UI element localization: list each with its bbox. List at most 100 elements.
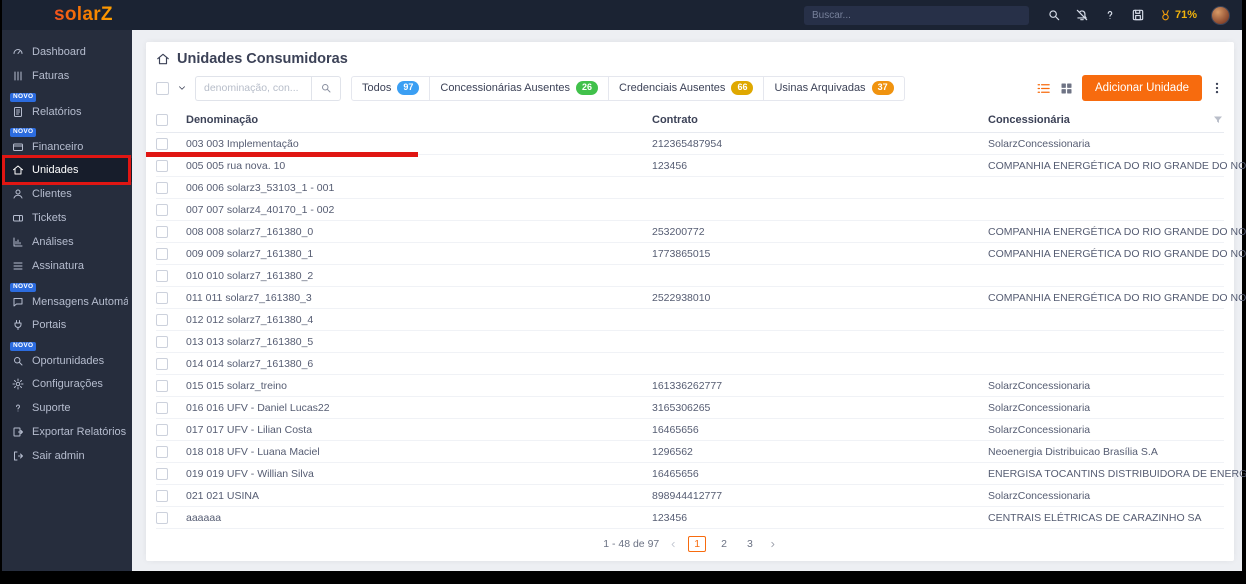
page-number[interactable]: 1 xyxy=(688,536,707,552)
row-checkbox[interactable] xyxy=(156,489,168,502)
cell-denominacao: 019 019 UFV - Willian Silva xyxy=(186,467,314,480)
sidebar-item-analises[interactable]: Análises xyxy=(2,230,132,254)
table-row[interactable]: aaaaaa 123456 CENTRAIS ELÉTRICAS DE CARA… xyxy=(156,507,1224,529)
row-checkbox[interactable] xyxy=(156,357,168,370)
sidebar-item-unidades[interactable]: Unidades xyxy=(2,155,132,185)
save-icon[interactable] xyxy=(1131,8,1145,22)
sidebar-item-mensagens-automaticas[interactable]: NOVO Mensagens Automát... xyxy=(2,283,132,313)
sidebar-item-oportunidades[interactable]: NOVO Oportunidades xyxy=(2,342,132,372)
sidebar-item-relatorios[interactable]: NOVO Relatórios xyxy=(2,93,132,123)
row-checkbox[interactable] xyxy=(156,467,168,480)
table-row[interactable]: 017 017 UFV - Lilian Costa 16465656 Sola… xyxy=(156,419,1224,441)
filter-tab-2[interactable]: Credenciais Ausentes 66 xyxy=(609,75,765,101)
row-checkbox[interactable] xyxy=(156,181,168,194)
menu-toggle-button[interactable] xyxy=(14,7,30,23)
table-row[interactable]: 014 014 solarz7_161380_6 xyxy=(156,353,1224,375)
filter-tab-0[interactable]: Todos 97 xyxy=(351,75,431,101)
list-icon xyxy=(12,260,24,272)
table-row[interactable]: 016 016 UFV - Daniel Lucas22 3165306265 … xyxy=(156,397,1224,419)
table-row[interactable]: 008 008 solarz7_161380_0 253200772 COMPA… xyxy=(156,221,1246,243)
row-checkbox[interactable] xyxy=(156,313,168,326)
row-checkbox[interactable] xyxy=(156,225,168,238)
notifications-off-icon[interactable] xyxy=(1075,8,1089,22)
row-checkbox[interactable] xyxy=(156,335,168,348)
sidebar: Dashboard Faturas NOVO Relatórios NOVO F… xyxy=(2,30,132,571)
search-icon[interactable] xyxy=(1047,8,1061,22)
gamification-score[interactable]: 71% xyxy=(1159,9,1197,22)
filter-toolbar: Todos 97 Concessionárias Ausentes 26 Cre… xyxy=(156,75,1224,101)
sidebar-item-portais[interactable]: Portais xyxy=(2,313,132,337)
page-number[interactable]: 3 xyxy=(742,536,758,552)
row-checkbox[interactable] xyxy=(156,159,168,172)
sidebar-item-label: Unidades xyxy=(32,164,79,176)
filter-icon[interactable] xyxy=(1212,114,1224,126)
sidebar-item-configuracoes[interactable]: Configurações xyxy=(2,372,132,396)
select-all-checkbox[interactable] xyxy=(156,81,169,95)
prev-page-icon[interactable] xyxy=(669,540,678,549)
table-row[interactable]: 009 009 solarz7_161380_1 1773865015 COMP… xyxy=(156,243,1246,265)
row-checkbox[interactable] xyxy=(156,423,168,436)
sidebar-item-financeiro[interactable]: NOVO Financeiro xyxy=(2,128,132,158)
more-options-icon[interactable] xyxy=(1210,80,1224,96)
table-row[interactable]: 010 010 solarz7_161380_2 xyxy=(156,265,1224,287)
table-row[interactable]: 012 012 solarz7_161380_4 xyxy=(156,309,1224,331)
filter-tab-1[interactable]: Concessionárias Ausentes 26 xyxy=(430,75,610,101)
sidebar-item-label: Portais xyxy=(32,319,67,331)
row-checkbox[interactable] xyxy=(156,137,168,150)
table-row[interactable]: 007 007 solarz4_40170_1 - 002 xyxy=(156,199,1224,221)
column-header-denominacao[interactable]: Denominação xyxy=(186,114,652,126)
user-avatar[interactable] xyxy=(1211,5,1230,25)
table-search-input[interactable] xyxy=(195,75,311,101)
sidebar-item-assinatura[interactable]: Assinatura xyxy=(2,254,132,278)
grid-view-icon[interactable] xyxy=(1059,81,1074,96)
sidebar-item-faturas[interactable]: Faturas xyxy=(2,64,132,88)
table-row[interactable]: 018 018 UFV - Luana Maciel 1296562 Neoen… xyxy=(156,441,1224,463)
cell-concessionaria: ENERGISA TOCANTINS DISTRIBUIDORA DE ENER… xyxy=(988,467,1246,480)
select-all-rows-checkbox[interactable] xyxy=(156,113,168,126)
help-icon[interactable] xyxy=(1103,8,1117,22)
row-checkbox[interactable] xyxy=(156,269,168,282)
sidebar-item-dashboard[interactable]: Dashboard xyxy=(2,40,132,64)
row-checkbox[interactable] xyxy=(156,401,168,414)
sidebar-item-clientes[interactable]: Clientes xyxy=(2,182,132,206)
column-header-concessionaria[interactable]: Concessionária xyxy=(988,114,1204,126)
cell-denominacao: 009 009 solarz7_161380_1 xyxy=(186,247,314,260)
table-row[interactable]: 021 021 USINA 898944412777 SolarzConcess… xyxy=(156,485,1224,507)
next-page-icon[interactable] xyxy=(768,540,777,549)
sidebar-item-label: Suporte xyxy=(32,402,71,414)
table-search-button[interactable] xyxy=(311,75,341,101)
sidebar-item-sair-admin[interactable]: Sair admin xyxy=(2,444,132,468)
chat-icon xyxy=(12,296,24,308)
row-checkbox[interactable] xyxy=(156,203,168,216)
table-row[interactable]: 019 019 UFV - Willian Silva 16465656 ENE… xyxy=(156,463,1246,485)
sidebar-item-suporte[interactable]: Suporte xyxy=(2,396,132,420)
column-header-contrato[interactable]: Contrato xyxy=(652,114,988,126)
global-search-input[interactable] xyxy=(803,5,1029,25)
novo-badge: NOVO xyxy=(10,93,37,102)
page-number[interactable]: 2 xyxy=(716,536,732,552)
add-unit-button[interactable]: Adicionar Unidade xyxy=(1082,75,1202,101)
table-row[interactable]: 005 005 rua nova. 10 123456 COMPANHIA EN… xyxy=(156,155,1246,177)
row-checkbox[interactable] xyxy=(156,247,168,260)
row-checkbox[interactable] xyxy=(156,511,168,524)
table-row[interactable]: 013 013 solarz7_161380_5 xyxy=(156,331,1224,353)
filter-tab-3[interactable]: Usinas Arquivadas 37 xyxy=(764,75,905,101)
table-row[interactable]: 006 006 solarz3_53103_1 - 001 xyxy=(156,177,1224,199)
topbar-icons: 71% xyxy=(1047,5,1230,25)
row-checkbox[interactable] xyxy=(156,379,168,392)
row-checkbox[interactable] xyxy=(156,291,168,304)
main-content: Unidades Consumidoras Todos 97 Concessio… xyxy=(132,30,1246,571)
table-row[interactable]: 003 003 Implementação 212365487954 Solar… xyxy=(146,133,1224,157)
cell-denominacao: 008 008 solarz7_161380_0 xyxy=(186,225,314,238)
table-row[interactable]: 011 011 solarz7_161380_3 2522938010 COMP… xyxy=(156,287,1246,309)
sidebar-item-exportar-relatorios[interactable]: Exportar Relatórios xyxy=(2,420,132,444)
chevron-down-icon[interactable] xyxy=(177,83,187,93)
row-checkbox[interactable] xyxy=(156,445,168,458)
list-view-icon[interactable] xyxy=(1036,81,1051,96)
table-row[interactable]: 015 015 solarz_treino 161336262777 Solar… xyxy=(156,375,1224,397)
cell-denominacao: 021 021 USINA xyxy=(186,489,259,502)
cell-concessionaria: SolarzConcessionaria xyxy=(988,489,1091,502)
cell-contrato: 2522938010 xyxy=(652,291,711,304)
filter-tab-label: Todos xyxy=(362,82,392,94)
sidebar-item-tickets[interactable]: Tickets xyxy=(2,206,132,230)
